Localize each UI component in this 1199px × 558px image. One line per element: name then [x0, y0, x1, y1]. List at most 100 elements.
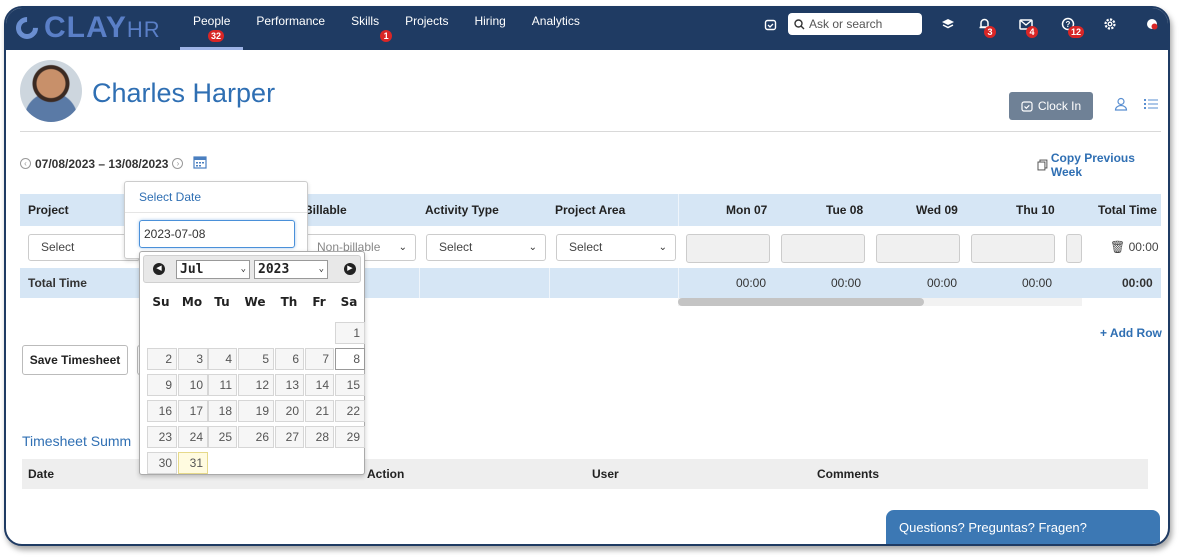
col-project-area: Project Area — [555, 203, 626, 217]
calendar-day[interactable]: 24 — [178, 426, 208, 448]
summary-col-action: Action — [367, 467, 405, 481]
wed-total: 00:00 — [927, 276, 958, 290]
copy-icon — [1037, 159, 1048, 171]
calendar-day[interactable]: 25 — [208, 426, 237, 448]
tue-time-input[interactable] — [781, 234, 865, 263]
nav-links: People 32 Performance Skills 1 Projects Hi… — [180, 8, 593, 50]
activity-type-select[interactable]: Select ⌄ — [426, 234, 546, 261]
weekday-label: Th — [280, 295, 298, 309]
bell-icon[interactable]: 3 — [974, 14, 996, 38]
select-date-popover: Select Date 2023-07-08 — [124, 181, 308, 259]
calendar-day[interactable]: 6 — [275, 348, 304, 370]
chat-widget-button[interactable]: Questions? Preguntas? Fragen? — [886, 510, 1160, 544]
prev-month-icon[interactable]: ◀ — [153, 263, 165, 275]
gear-icon[interactable] — [1100, 14, 1120, 34]
calendar-day[interactable]: 23 — [147, 426, 177, 448]
calendar-day[interactable]: 30 — [147, 452, 177, 474]
calendar-header: ◀ Jul ⌄ 2023 ⌄ ▶ — [143, 255, 361, 283]
calendar-day[interactable]: 9 — [147, 374, 177, 396]
user-icon[interactable] — [1114, 97, 1128, 114]
mon-total: 00:00 — [736, 276, 767, 290]
calendar-day[interactable]: 17 — [178, 400, 208, 422]
calendar-day[interactable]: 18 — [208, 400, 237, 422]
calendar-day[interactable]: 22 — [335, 400, 365, 422]
calendar-day[interactable]: 1 — [335, 322, 365, 344]
calendar-icon[interactable] — [193, 155, 208, 172]
calendar-day[interactable]: 28 — [305, 426, 334, 448]
nav-projects[interactable]: Projects — [392, 8, 461, 50]
layers-icon[interactable] — [938, 14, 958, 34]
wed-time-input[interactable] — [876, 234, 960, 263]
total-time-label: Total Time — [28, 276, 87, 290]
calendar-popup: ◀ Jul ⌄ 2023 ⌄ ▶ Su Mo Tu We Th Fr Sa 1234567891… — [139, 251, 365, 475]
copy-previous-label: Copy Previous Week — [1050, 151, 1135, 179]
weekday-label: Tu — [214, 295, 230, 309]
page-title: Charles Harper — [92, 78, 276, 108]
summary-col-date: Date — [28, 467, 55, 481]
apps-icon[interactable] — [1142, 14, 1162, 34]
copy-previous-week-link[interactable]: Copy Previous Week — [1037, 151, 1168, 179]
weekday-label: Sa — [340, 295, 358, 309]
calendar-day[interactable]: 8 — [335, 348, 365, 370]
clock-in-label: Clock In — [1037, 99, 1082, 113]
fri-time-input[interactable] — [1066, 234, 1082, 263]
app-frame: CLAYHR People 32 Performance Skills 1 Proj… — [4, 6, 1170, 546]
calendar-day[interactable]: 31 — [178, 452, 208, 474]
calendar-day[interactable]: 21 — [305, 400, 334, 422]
scrollbar-thumb[interactable] — [678, 298, 924, 306]
date-range-label: 07/08/2023 – 13/08/2023 — [35, 156, 169, 171]
calendar-day[interactable]: 4 — [208, 348, 237, 370]
project-area-select[interactable]: Select ⌄ — [556, 234, 676, 261]
mail-icon[interactable]: 4 — [1016, 14, 1038, 38]
thu-time-input[interactable] — [971, 234, 1055, 263]
nav-skills[interactable]: Skills 1 — [338, 8, 393, 50]
weekday-label: Mo — [181, 295, 203, 309]
month-select[interactable]: Jul ⌄ — [176, 260, 250, 279]
calendar-day[interactable]: 15 — [335, 374, 365, 396]
calendar-day[interactable]: 19 — [238, 400, 274, 422]
calendar-day[interactable]: 7 — [305, 348, 334, 370]
avatar[interactable] — [20, 60, 82, 122]
col-activity-type: Activity Type — [425, 203, 499, 217]
next-week-icon[interactable]: › — [172, 158, 184, 169]
calendar-day[interactable]: 11 — [208, 374, 237, 396]
logo-suffix: HR — [126, 17, 161, 42]
search-input[interactable]: Ask or search — [788, 13, 922, 35]
nav-hiring[interactable]: Hiring — [461, 8, 518, 50]
year-select[interactable]: 2023 ⌄ — [254, 260, 328, 279]
calendar-day[interactable]: 26 — [238, 426, 274, 448]
list-icon[interactable] — [1144, 98, 1158, 112]
calendar-day[interactable]: 10 — [178, 374, 208, 396]
prev-week-icon[interactable]: ‹ — [20, 158, 31, 169]
mail-badge: 4 — [1026, 26, 1038, 38]
calendar-day[interactable]: 2 — [147, 348, 177, 370]
add-row-link[interactable]: + Add Row — [1100, 326, 1162, 340]
calendar-day[interactable]: 20 — [275, 400, 304, 422]
clock-icon[interactable] — [760, 14, 780, 34]
app-logo[interactable]: CLAYHR — [11, 10, 161, 46]
col-tue: Tue 08 — [826, 203, 864, 217]
nav-performance[interactable]: Performance — [243, 8, 338, 50]
clock-in-button[interactable]: Clock In — [1009, 92, 1093, 120]
save-timesheet-button[interactable]: Save Timesheet — [22, 345, 128, 375]
calendar-day[interactable]: 14 — [305, 374, 334, 396]
calendar-day[interactable]: 16 — [147, 400, 177, 422]
trash-icon[interactable]: 🗑 — [1110, 240, 1125, 254]
calendar-day[interactable]: 13 — [275, 374, 304, 396]
help-icon[interactable]: ? 12 — [1058, 14, 1085, 38]
next-month-icon[interactable]: ▶ — [344, 263, 356, 275]
nav-people[interactable]: People 32 — [180, 8, 244, 50]
calendar-day[interactable]: 12 — [238, 374, 274, 396]
header-divider — [20, 131, 1161, 132]
calendar-day[interactable]: 27 — [275, 426, 304, 448]
calendar-day[interactable]: 29 — [335, 426, 365, 448]
calendar-day[interactable]: 5 — [238, 348, 274, 370]
mon-time-input[interactable] — [686, 234, 770, 263]
nav-analytics[interactable]: Analytics — [519, 8, 593, 50]
search-placeholder: Ask or search — [809, 17, 883, 31]
bell-badge: 3 — [984, 26, 996, 38]
top-nav: CLAYHR People 32 Performance Skills 1 Proj… — [6, 8, 1168, 50]
calendar-day[interactable]: 3 — [178, 348, 208, 370]
date-input[interactable]: 2023-07-08 — [139, 220, 295, 248]
horizontal-scrollbar[interactable] — [678, 298, 1082, 306]
